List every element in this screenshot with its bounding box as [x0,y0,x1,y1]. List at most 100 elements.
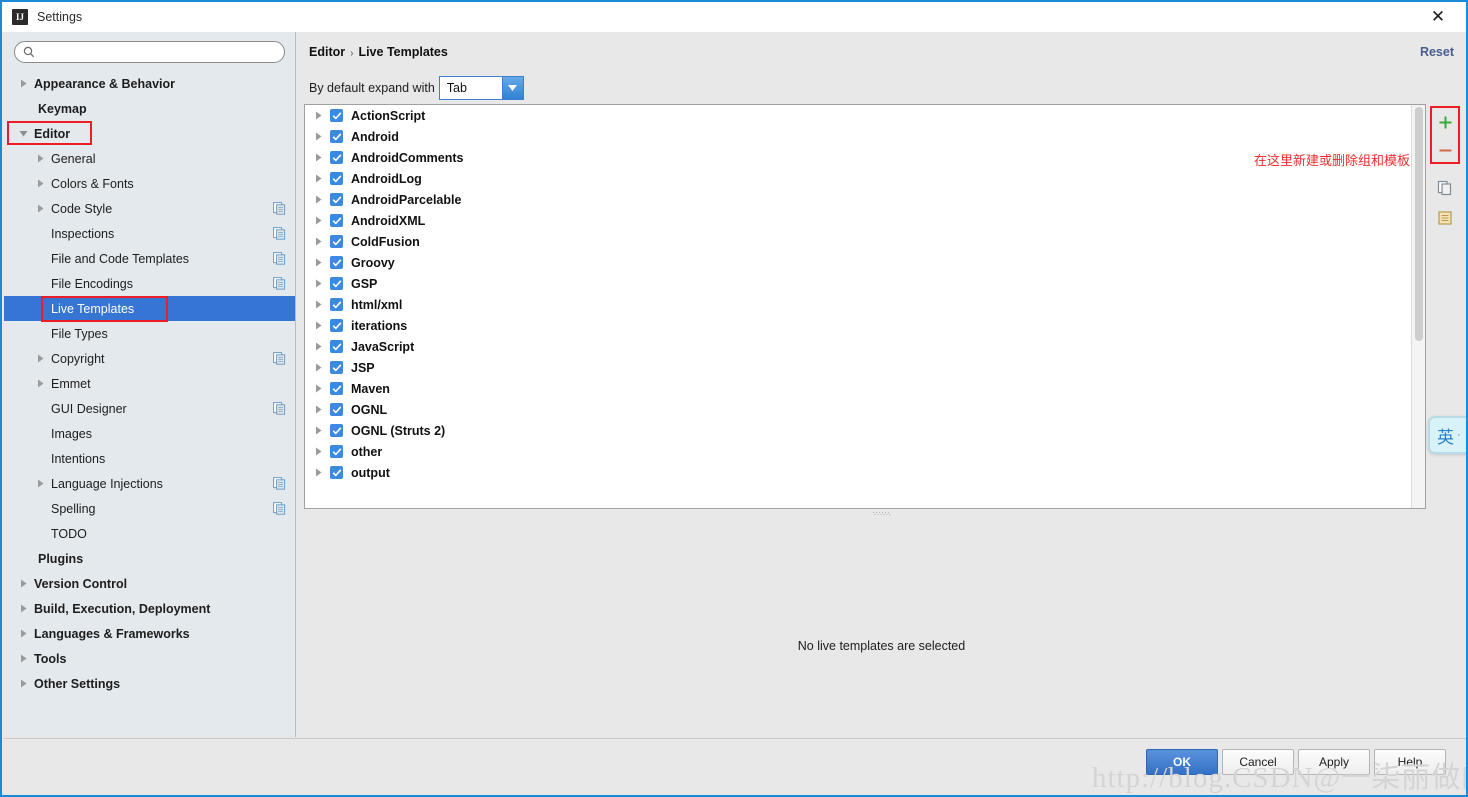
sidebar-item-editor[interactable]: Editor [4,121,295,146]
sidebar-item-build-execution-deployment[interactable]: Build, Execution, Deployment [4,596,295,621]
chevron-right-icon[interactable] [35,146,46,171]
expand-with-select[interactable]: Tab [438,76,524,100]
chevron-right-icon[interactable] [18,571,29,596]
chevron-right-icon[interactable] [311,468,325,477]
sidebar-item-tools[interactable]: Tools [4,646,295,671]
document-icon[interactable] [1432,205,1458,231]
ok-button[interactable]: OK [1146,749,1218,775]
sidebar-item-copyright[interactable]: Copyright [4,346,295,371]
sidebar-item-code-style[interactable]: Code Style [4,196,295,221]
sidebar-item-inspections[interactable]: Inspections [4,221,295,246]
chevron-right-icon[interactable] [18,621,29,646]
sidebar-item-languages-frameworks[interactable]: Languages & Frameworks [4,621,295,646]
template-group-checkbox[interactable] [330,130,343,143]
chevron-down-icon[interactable] [501,77,523,99]
template-group-row[interactable]: Groovy [305,252,1411,273]
remove-button[interactable] [1432,137,1458,163]
chevron-right-icon[interactable] [311,237,325,246]
chevron-right-icon[interactable] [311,216,325,225]
chevron-right-icon[interactable] [311,132,325,141]
template-group-checkbox[interactable] [330,235,343,248]
sidebar-item-general[interactable]: General [4,146,295,171]
chevron-right-icon[interactable] [311,384,325,393]
chevron-right-icon[interactable] [311,279,325,288]
chevron-down-icon[interactable] [18,121,29,146]
help-button[interactable]: Help [1374,749,1446,775]
chevron-right-icon[interactable] [311,195,325,204]
chevron-right-icon[interactable] [311,300,325,309]
panel-splitter[interactable] [304,510,1459,517]
chevron-right-icon[interactable] [311,342,325,351]
add-button[interactable] [1432,109,1458,135]
chevron-right-icon[interactable] [18,646,29,671]
template-group-checkbox[interactable] [330,403,343,416]
sidebar-item-live-templates[interactable]: Live Templates [4,296,295,321]
chevron-right-icon[interactable] [18,671,29,696]
template-group-row[interactable]: output [305,462,1411,483]
sidebar-item-version-control[interactable]: Version Control [4,571,295,596]
cancel-button[interactable]: Cancel [1222,749,1294,775]
chevron-right-icon[interactable] [311,447,325,456]
template-group-checkbox[interactable] [330,151,343,164]
sidebar-item-emmet[interactable]: Emmet [4,371,295,396]
sidebar-item-plugins[interactable]: Plugins [4,546,295,571]
template-group-checkbox[interactable] [330,382,343,395]
copy-icon[interactable] [1432,175,1458,201]
sidebar-item-colors-fonts[interactable]: Colors & Fonts [4,171,295,196]
template-group-row[interactable]: html/xml [305,294,1411,315]
template-group-checkbox[interactable] [330,172,343,185]
chevron-right-icon[interactable] [35,171,46,196]
template-group-checkbox[interactable] [330,214,343,227]
chevron-right-icon[interactable] [311,111,325,120]
apply-button[interactable]: Apply [1298,749,1370,775]
template-group-row[interactable]: AndroidXML [305,210,1411,231]
template-group-checkbox[interactable] [330,445,343,458]
chevron-right-icon[interactable] [35,471,46,496]
search-box[interactable] [14,41,285,63]
sidebar-item-images[interactable]: Images [4,421,295,446]
chevron-right-icon[interactable] [311,258,325,267]
ime-indicator[interactable]: 英 · [1428,416,1466,454]
template-group-row[interactable]: OGNL [305,399,1411,420]
template-group-checkbox[interactable] [330,193,343,206]
sidebar-item-keymap[interactable]: Keymap [4,96,295,121]
sidebar-item-other-settings[interactable]: Other Settings [4,671,295,696]
template-group-row[interactable]: ColdFusion [305,231,1411,252]
sidebar-item-spelling[interactable]: Spelling [4,496,295,521]
list-scrollbar-thumb[interactable] [1415,107,1423,341]
chevron-right-icon[interactable] [35,371,46,396]
template-group-row[interactable]: other [305,441,1411,462]
template-group-row[interactable]: AndroidComments [305,147,1411,168]
template-group-row[interactable]: ActionScript [305,105,1411,126]
template-group-row[interactable]: AndroidParcelable [305,189,1411,210]
sidebar-item-intentions[interactable]: Intentions [4,446,295,471]
chevron-right-icon[interactable] [311,153,325,162]
sidebar-item-todo[interactable]: TODO [4,521,295,546]
chevron-right-icon[interactable] [35,346,46,371]
search-input[interactable] [40,43,276,61]
reset-link[interactable]: Reset [1420,45,1454,59]
sidebar-item-language-injections[interactable]: Language Injections [4,471,295,496]
chevron-right-icon[interactable] [311,426,325,435]
template-group-checkbox[interactable] [330,424,343,437]
chevron-right-icon[interactable] [18,596,29,621]
chevron-right-icon[interactable] [18,71,29,96]
template-group-checkbox[interactable] [330,361,343,374]
template-group-row[interactable]: JavaScript [305,336,1411,357]
template-group-checkbox[interactable] [330,256,343,269]
chevron-right-icon[interactable] [311,405,325,414]
sidebar-item-file-types[interactable]: File Types [4,321,295,346]
template-group-row[interactable]: Maven [305,378,1411,399]
chevron-right-icon[interactable] [311,363,325,372]
template-group-checkbox[interactable] [330,298,343,311]
list-scrollbar[interactable] [1411,105,1425,508]
template-group-checkbox[interactable] [330,466,343,479]
template-group-checkbox[interactable] [330,109,343,122]
template-group-row[interactable]: JSP [305,357,1411,378]
template-group-row[interactable]: GSP [305,273,1411,294]
sidebar-item-file-and-code-templates[interactable]: File and Code Templates [4,246,295,271]
sidebar-item-appearance-behavior[interactable]: Appearance & Behavior [4,71,295,96]
chevron-right-icon[interactable] [311,174,325,183]
template-group-row[interactable]: OGNL (Struts 2) [305,420,1411,441]
breadcrumb-parent[interactable]: Editor [309,45,345,59]
